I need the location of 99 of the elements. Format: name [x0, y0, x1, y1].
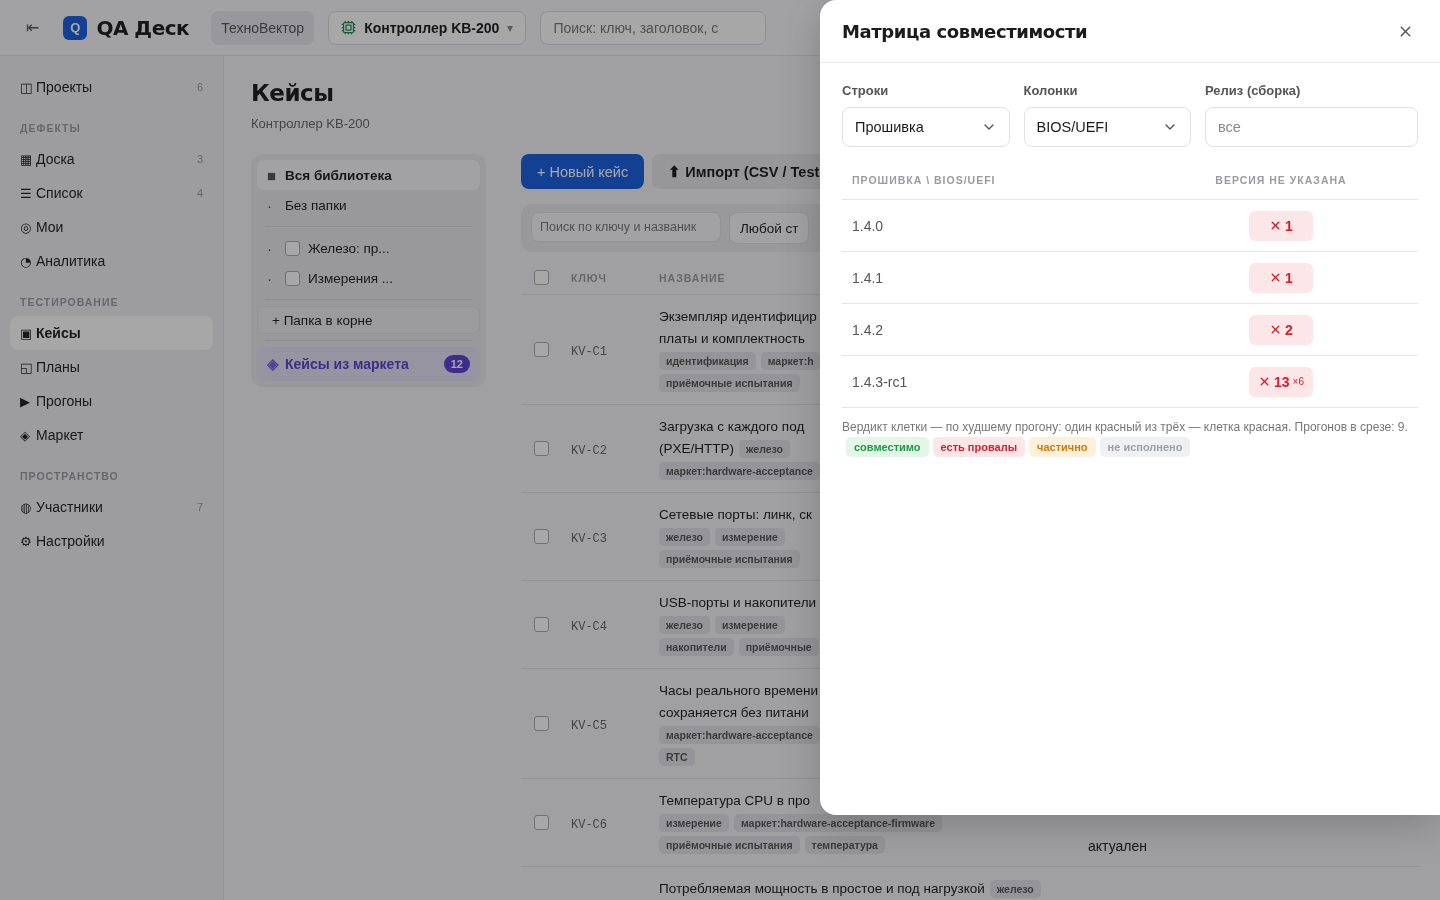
- legend-chip: совместимо: [846, 437, 929, 457]
- verdict-cell[interactable]: 13 ×6: [1249, 366, 1313, 397]
- case-tag: железо: [659, 527, 710, 546]
- case-tag: маркет:hardware-acceptance: [659, 461, 820, 480]
- select-field[interactable]: Прошивка: [842, 107, 1010, 147]
- case-key: KV-C5: [561, 718, 607, 733]
- case-tag: маркет:h: [760, 351, 821, 370]
- case-tag: приёмочные испытания: [659, 549, 800, 568]
- case-tag: приёмочные: [738, 637, 819, 656]
- modal-title: Матрица совместимости: [842, 20, 1088, 42]
- legend-chip: частично: [1029, 437, 1096, 457]
- case-tag: железо: [989, 879, 1041, 898]
- project-select[interactable]: Контроллер KB-200 ▾: [328, 10, 527, 45]
- search-field[interactable]: Поиск по ключу и названик: [531, 212, 721, 242]
- case-tag: приёмочные испытания: [659, 373, 800, 392]
- case-tag: железо: [659, 615, 710, 634]
- case-tag: измерение: [659, 813, 729, 832]
- select-field[interactable]: BIOS/UEFI: [1023, 107, 1191, 147]
- case-tag: железо: [739, 439, 790, 458]
- sidebar-item[interactable]: ◍ Участники 7: [10, 490, 213, 524]
- sidebar-item[interactable]: ◎ Мои: [10, 210, 213, 244]
- legend-chip: не исполнено: [1099, 437, 1191, 457]
- verdict-cell[interactable]: 1: [1249, 210, 1313, 241]
- add-folder-button[interactable]: + Папка в корне: [257, 306, 480, 334]
- case-tag: маркет:hardware-acceptance: [659, 725, 820, 744]
- column-header: КЛЮЧ: [570, 271, 607, 284]
- chip-icon: [341, 20, 357, 35]
- checkbox[interactable]: [533, 270, 549, 285]
- case-title[interactable]: USB-порты и накопители: [659, 592, 817, 613]
- note-text: Вердикт клетки — по худшему прогону: один красный из трёх — клетка красная. Прогонов в срезе: 9.: [842, 420, 1408, 434]
- case-tag: RTC: [659, 747, 695, 766]
- case-tag: накопители: [659, 637, 734, 656]
- column-header: НАЗВАНИЕ: [658, 271, 726, 284]
- case-key: KV-C4: [561, 619, 607, 634]
- status-select[interactable]: Любой ст: [729, 212, 810, 244]
- sidebar-item[interactable]: ▶ Прогоны: [10, 384, 213, 418]
- legend-chip: есть провалы: [932, 437, 1026, 457]
- checkbox[interactable]: [533, 815, 549, 830]
- case-tag: измерение: [714, 527, 785, 546]
- folder-item[interactable]: · Измерения ...: [257, 263, 480, 293]
- checkbox[interactable]: [285, 240, 300, 256]
- case-key: KV-C6: [561, 817, 607, 832]
- case-title[interactable]: платы и комплектность: [659, 328, 806, 349]
- sidebar-item[interactable]: ⚙ Настройки: [10, 524, 213, 558]
- verdict-cell[interactable]: 2: [1249, 314, 1313, 345]
- checkbox[interactable]: [285, 270, 300, 286]
- checkbox[interactable]: [533, 342, 549, 357]
- case-key: KV-C2: [561, 443, 607, 458]
- case-title[interactable]: Экземпляр идентифицир: [659, 306, 817, 327]
- row-label: 1.4.2: [851, 321, 885, 338]
- logo-icon: Q: [63, 15, 88, 40]
- column-header: ПРОШИВКА \ BIOS/UEFI: [851, 174, 997, 186]
- case-key: KV-C1: [561, 344, 607, 359]
- case-title[interactable]: Потребляемая мощность в простое и под нагрузкой: [659, 878, 985, 899]
- sidebar-item[interactable]: ▦ Доска 3: [10, 142, 213, 176]
- input-field[interactable]: все: [1205, 107, 1418, 147]
- status-text: актуален: [1087, 838, 1147, 854]
- case-tag: температура: [804, 835, 885, 854]
- row-label: 1.4.1: [851, 269, 885, 286]
- row-label: 1.4.3-rc1: [851, 373, 909, 390]
- field-label: Колонки: [1023, 83, 1079, 98]
- checkbox[interactable]: [533, 441, 549, 456]
- count-badge: 12: [443, 355, 470, 373]
- case-title[interactable]: сохраняется без питани: [659, 702, 809, 723]
- case-title[interactable]: (PXE/HTTP): [659, 438, 734, 459]
- verdict-cell[interactable]: 1: [1249, 262, 1313, 293]
- search-field[interactable]: Поиск: ключ, заголовок, с: [540, 10, 767, 45]
- sidebar-item[interactable]: ◈ Маркет: [10, 418, 213, 452]
- column-header: ВЕРСИЯ НЕ УКАЗАНА: [1214, 174, 1348, 186]
- folder-item[interactable]: · Железо: пр...: [257, 233, 480, 263]
- case-tag: идентификация: [659, 351, 756, 370]
- checkbox[interactable]: [533, 529, 549, 544]
- folder-item[interactable]: · Без папки: [257, 190, 480, 220]
- sidebar-item[interactable]: ◱ Планы: [10, 350, 213, 384]
- sidebar-item[interactable]: ☰ Список 4: [10, 176, 213, 210]
- case-tag: измерение: [714, 615, 785, 634]
- cross-icon: [1258, 375, 1271, 388]
- case-title[interactable]: Сетевые порты: линк, ск: [659, 504, 812, 525]
- market-cases-item[interactable]: ◈ Кейсы из маркета 12: [257, 347, 480, 381]
- case-tag: маркет:hardware-acceptance-firmware: [733, 813, 943, 832]
- collapse-sidebar-button[interactable]: ⇤: [20, 18, 46, 37]
- checkbox[interactable]: [533, 617, 549, 632]
- page-subtitle: Контроллер KB-200: [251, 116, 370, 131]
- field-label: Релиз (сборка): [1205, 83, 1302, 98]
- case-title[interactable]: Температура CPU в про: [659, 790, 811, 811]
- case-key: KV-C3: [561, 531, 607, 546]
- case-title[interactable]: Часы реального времени: [659, 680, 818, 701]
- app-name: QA Деск: [96, 15, 190, 40]
- sidebar-item[interactable]: ▣ Кейсы: [10, 316, 213, 350]
- new-case-button[interactable]: + Новый кейс: [521, 154, 645, 189]
- folder-item[interactable]: ■ Вся библиотека: [257, 160, 480, 190]
- page-title: Кейсы: [251, 80, 334, 106]
- workspace-chip[interactable]: ТехноВектор: [211, 10, 315, 45]
- field-label: Строки: [842, 83, 890, 98]
- case-tag: приёмочные испытания: [659, 835, 800, 854]
- case-title[interactable]: Загрузка с каждого под: [659, 416, 805, 437]
- checkbox[interactable]: [533, 716, 549, 731]
- row-label: 1.4.0: [851, 217, 885, 234]
- sidebar-item[interactable]: ◔ Аналитика: [10, 244, 213, 278]
